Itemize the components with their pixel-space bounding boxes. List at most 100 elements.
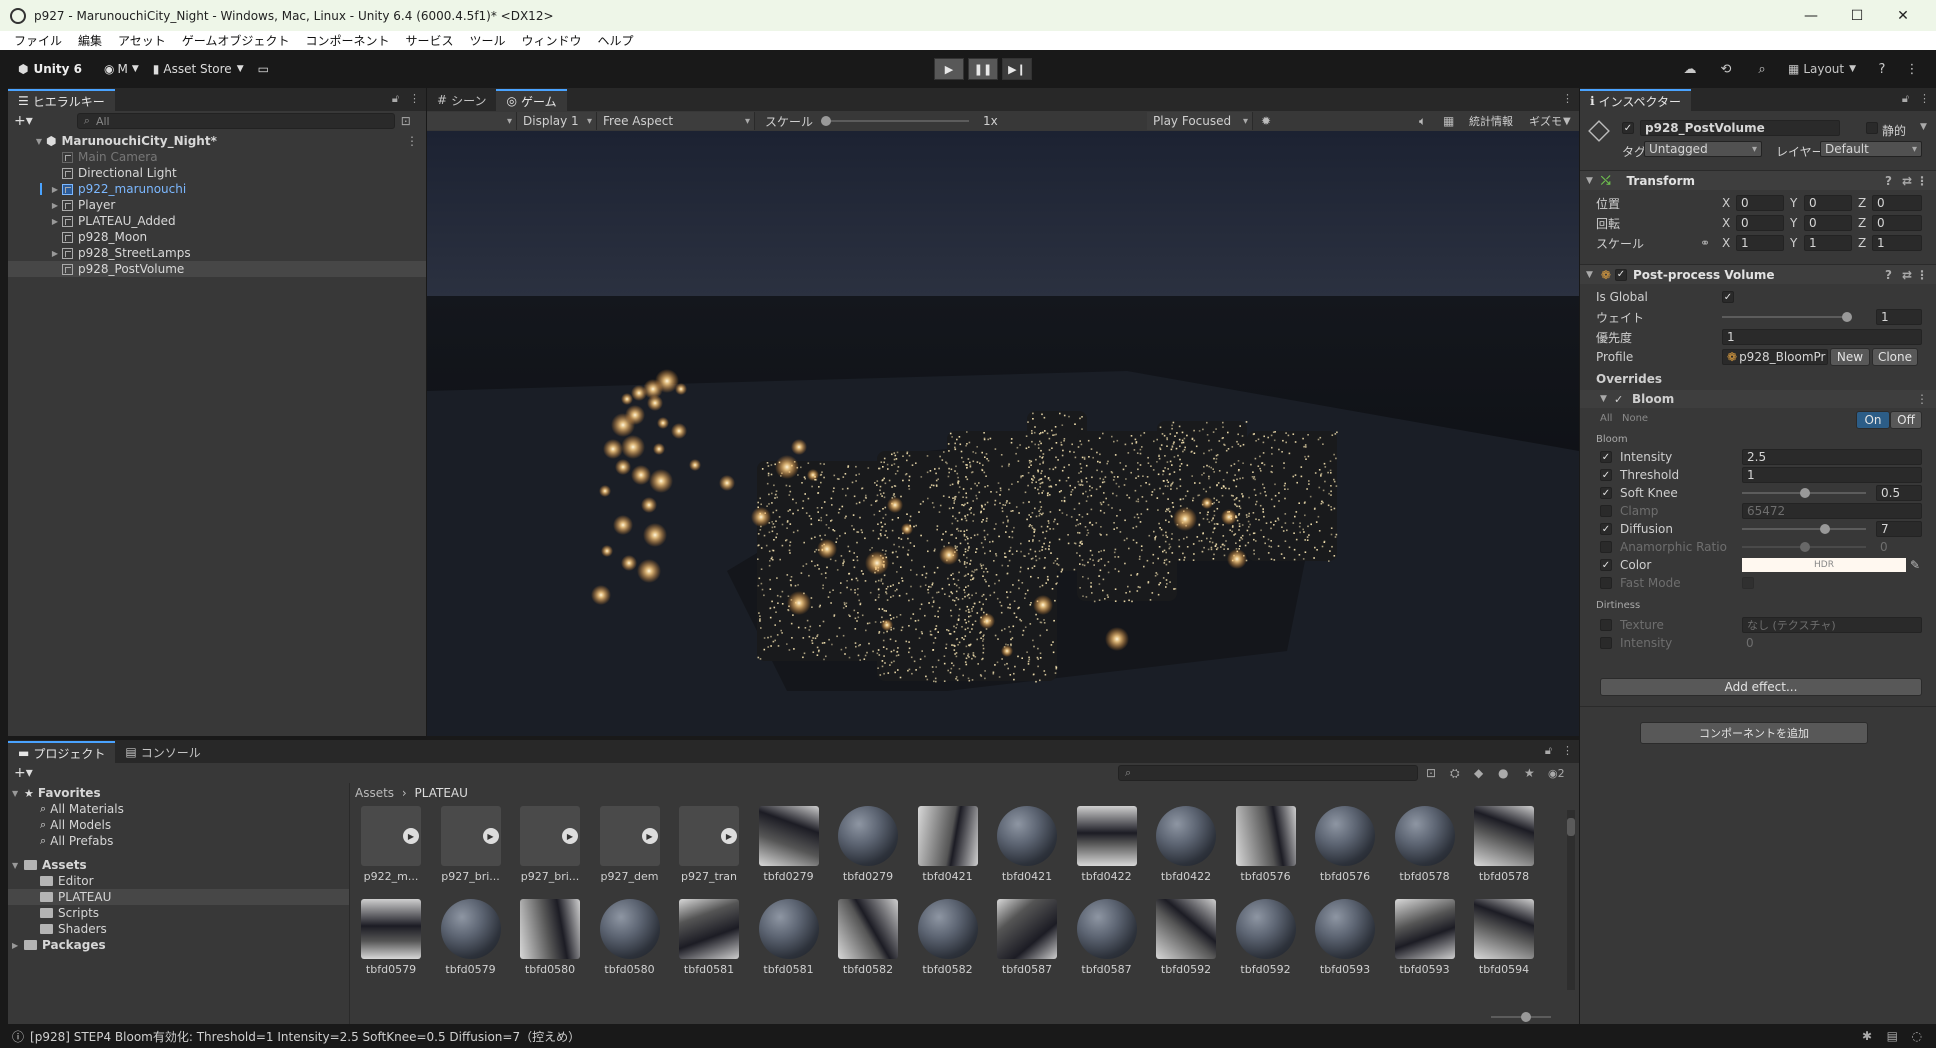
hierarchy-item-plateau-added[interactable]: ▶ PLATEAU_Added xyxy=(8,213,426,229)
search-by-type-icon[interactable]: ⊡ xyxy=(1426,766,1436,780)
soft-knee-field[interactable]: 0.5 xyxy=(1876,485,1922,501)
menu-help[interactable]: ヘルプ xyxy=(590,32,642,49)
hierarchy-item-p928-postvolume[interactable]: p928_PostVolume xyxy=(8,261,426,277)
bloom-effect-header[interactable]: ▼ ✓ Bloom ⋮ xyxy=(1580,390,1936,408)
asset-item[interactable]: tbfd0578 xyxy=(1466,806,1542,896)
play-button[interactable]: ▶ xyxy=(934,58,964,80)
rotation-y-field[interactable]: 0 xyxy=(1804,215,1852,231)
asset-store-dropdown[interactable]: ▮ Asset Store ▼ xyxy=(147,57,250,81)
tab-project[interactable]: ▬ プロジェクト xyxy=(8,741,116,763)
asset-item[interactable]: tbfd0421 xyxy=(989,806,1065,896)
transform-header[interactable]: ▼ ⤯ Transform ? ⇄ ⋮ xyxy=(1580,170,1936,190)
rotation-z-field[interactable]: 0 xyxy=(1872,215,1922,231)
more-menu-icon[interactable]: ⋮ xyxy=(406,134,418,148)
search-icon[interactable]: ⌕ xyxy=(1752,58,1772,80)
lock-icon[interactable]: 🔓︎ xyxy=(1902,92,1909,106)
unity-button[interactable]: ⬢ Unity 6 xyxy=(12,57,88,81)
weight-slider[interactable] xyxy=(1722,308,1854,326)
asset-item[interactable]: tbfd0592 xyxy=(1228,899,1304,989)
hierarchy-item-p928-streetlamps[interactable]: ▶ p928_StreetLamps xyxy=(8,245,426,261)
preview-play-icon[interactable]: ▶ xyxy=(562,828,578,844)
active-checkbox[interactable]: ✓ xyxy=(1622,122,1634,134)
fav-all-models[interactable]: ⌕ All Models xyxy=(8,817,349,833)
project-search-input[interactable]: ⌕ xyxy=(1118,765,1418,781)
asset-item[interactable]: tbfd0576 xyxy=(1228,806,1304,896)
more-menu-icon[interactable]: ⋮ xyxy=(1916,392,1928,406)
asset-item[interactable]: tbfd0587 xyxy=(989,899,1065,989)
position-y-field[interactable]: 0 xyxy=(1804,195,1852,211)
menu-component[interactable]: コンポーネント xyxy=(297,32,397,49)
asset-item[interactable]: tbfd0421 xyxy=(910,806,986,896)
more-menu-icon[interactable]: ⋮ xyxy=(1919,92,1930,106)
hierarchy-search-input[interactable]: ⌕ All xyxy=(76,113,395,129)
preset-icon[interactable]: ⇄ xyxy=(1902,268,1912,282)
fast-mode-checkbox[interactable] xyxy=(1742,577,1754,589)
bloom-enabled-check[interactable]: ✓ xyxy=(1614,393,1623,406)
static-checkbox[interactable] xyxy=(1866,122,1878,134)
tab-scene[interactable]: # シーン xyxy=(427,89,496,111)
intensity-override-checkbox[interactable]: ✓ xyxy=(1600,451,1612,463)
fav-all-materials[interactable]: ⌕ All Materials xyxy=(8,801,349,817)
scale-slider[interactable] xyxy=(821,112,971,130)
diffusion-override-checkbox[interactable]: ✓ xyxy=(1600,523,1612,535)
profile-field[interactable]: ❁ p928_BloomPr xyxy=(1722,349,1828,365)
chevron-down-icon[interactable]: ▼ xyxy=(1920,122,1927,132)
fold-arrow-icon[interactable]: ▼ xyxy=(1586,176,1593,186)
scale-z-field[interactable]: 1 xyxy=(1872,235,1922,251)
tab-console[interactable]: ▤ コンソール xyxy=(115,741,210,763)
menu-gameobject[interactable]: ゲームオブジェクト xyxy=(174,32,298,49)
expand-arrow-icon[interactable]: ▼ xyxy=(12,789,24,798)
breadcrumb-plateau[interactable]: PLATEAU xyxy=(415,786,468,800)
anamorphic-slider[interactable] xyxy=(1742,538,1868,556)
asset-item[interactable]: ▶ p922_m... xyxy=(353,806,429,896)
menu-edit[interactable]: 編集 xyxy=(70,32,110,49)
filter-type-icon[interactable]: ⛭ xyxy=(1450,766,1460,781)
clamp-field[interactable]: 65472 xyxy=(1742,503,1922,519)
folder-scripts[interactable]: Scripts xyxy=(8,905,349,921)
status-message[interactable]: [p928] STEP4 Bloom有効化: Threshold=1 Inten… xyxy=(30,1028,580,1045)
asset-item[interactable]: tbfd0581 xyxy=(751,899,827,989)
is-global-checkbox[interactable]: ✓ xyxy=(1722,291,1734,303)
lock-icon[interactable]: 🔓︎ xyxy=(392,92,399,106)
expand-arrow-icon[interactable]: ▼ xyxy=(12,861,24,870)
breadcrumb-assets[interactable]: Assets xyxy=(355,786,394,800)
threshold-field[interactable]: 1 xyxy=(1742,467,1922,483)
tag-dropdown[interactable]: Untagged xyxy=(1644,141,1762,157)
preview-play-icon[interactable]: ▶ xyxy=(641,828,658,844)
hidden-packages-toggle[interactable]: ◉2 xyxy=(1548,767,1565,780)
hierarchy-item-main-camera[interactable]: Main Camera xyxy=(8,149,426,165)
position-z-field[interactable]: 0 xyxy=(1872,195,1922,211)
fold-arrow-icon[interactable]: ▼ xyxy=(1600,394,1607,404)
menu-services[interactable]: サービス xyxy=(397,32,461,49)
more-menu-icon[interactable]: ⋮ xyxy=(1916,174,1928,188)
ppv-enabled-checkbox[interactable]: ✓ xyxy=(1614,268,1627,281)
asset-item[interactable]: tbfd0579 xyxy=(353,899,429,989)
asset-item[interactable]: tbfd0580 xyxy=(512,899,588,989)
warning-icon[interactable]: ● xyxy=(1498,766,1508,780)
step-button[interactable]: ▶❙ xyxy=(1002,58,1032,80)
help-icon[interactable]: ? xyxy=(1885,174,1892,188)
add-effect-button[interactable]: Add effect... xyxy=(1600,678,1922,696)
anamorphic-value[interactable]: 0 xyxy=(1880,540,1888,554)
aspect-dropdown[interactable]: Free Aspect xyxy=(597,112,755,130)
scale-x-field[interactable]: 1 xyxy=(1736,235,1784,251)
object-name-field[interactable]: p928_PostVolume xyxy=(1640,120,1840,136)
audio-icon[interactable]: 🔈︎ xyxy=(1419,114,1426,129)
label-icon[interactable]: ◆ xyxy=(1474,766,1483,780)
fold-arrow-icon[interactable]: ▼ xyxy=(1586,270,1593,280)
stats-button[interactable]: 統計情報 xyxy=(1469,113,1513,129)
bloom-on-button[interactable]: On xyxy=(1856,411,1890,429)
progress-icon[interactable]: ◌ xyxy=(1912,1029,1922,1043)
asset-item[interactable]: tbfd0578 xyxy=(1387,806,1463,896)
grid-toggle-icon[interactable]: ▦ xyxy=(1443,114,1454,128)
thumbnail-size-slider[interactable] xyxy=(1491,1012,1551,1022)
maximize-button[interactable]: ☐ xyxy=(1834,0,1880,31)
menu-tools[interactable]: ツール xyxy=(461,32,513,49)
more-menu-icon[interactable]: ⋮ xyxy=(1562,92,1573,105)
soft-knee-override-checkbox[interactable]: ✓ xyxy=(1600,487,1612,499)
expand-arrow[interactable]: ▶ xyxy=(50,249,60,258)
dirt-texture-override-checkbox[interactable] xyxy=(1600,619,1612,631)
color-override-checkbox[interactable]: ✓ xyxy=(1600,559,1612,571)
hierarchy-item-p928-moon[interactable]: p928_Moon xyxy=(8,229,426,245)
fav-all-prefabs[interactable]: ⌕ All Prefabs xyxy=(8,833,349,849)
